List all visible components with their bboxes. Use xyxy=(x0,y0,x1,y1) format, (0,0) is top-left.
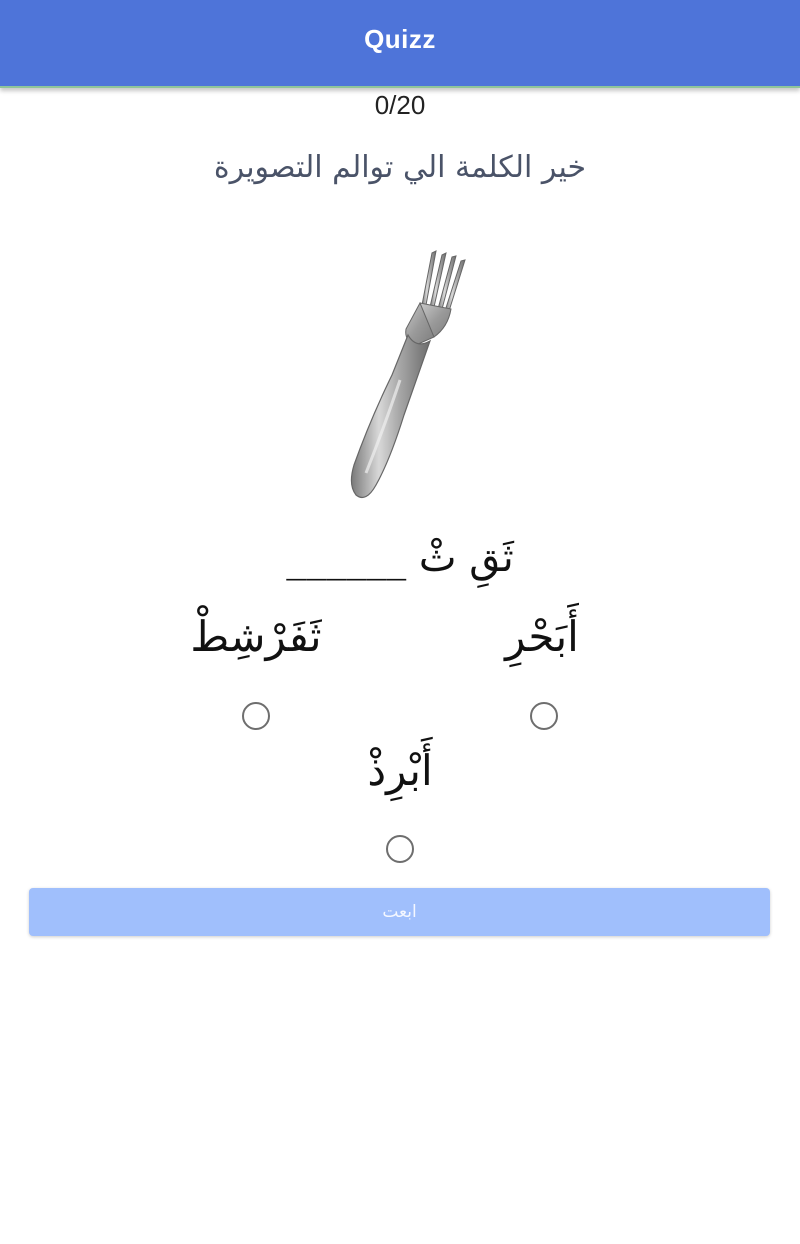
question-text: خير الكلمة الي توالم التصويرة xyxy=(213,150,587,185)
option-word-3: أَبْرِذْ xyxy=(367,746,433,795)
option-radio-2[interactable] xyxy=(242,702,270,730)
option-radio-1[interactable] xyxy=(530,702,558,730)
score-counter: 0/20 xyxy=(374,90,426,120)
app-title: Quizz xyxy=(364,23,436,54)
app-bar: Quizz xyxy=(0,0,800,88)
fill-in-blank-word: ثَقِ ثْ ______ xyxy=(286,535,514,581)
fork-icon xyxy=(330,245,480,507)
option-radio-3[interactable] xyxy=(386,835,414,863)
option-word-1: أَبَحْرِ xyxy=(505,612,579,661)
option-word-2: ثَفَرْشِطْ xyxy=(190,612,322,661)
submit-button[interactable]: ابعت xyxy=(29,888,770,936)
